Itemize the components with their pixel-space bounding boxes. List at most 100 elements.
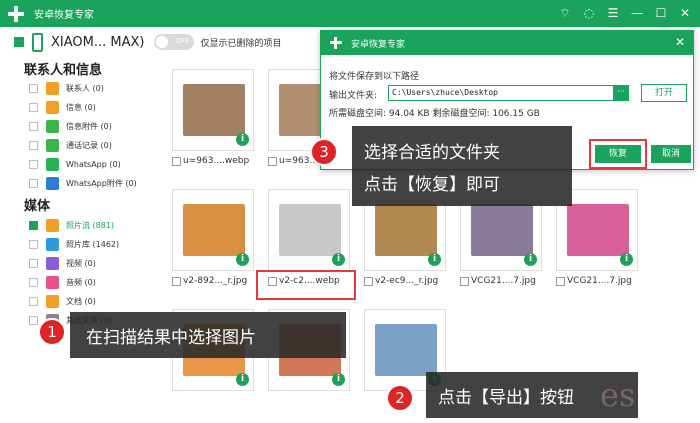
info-icon[interactable]: i [332,253,345,266]
device-checkbox[interactable] [14,37,24,47]
photo-frame[interactable]: i [172,189,254,271]
sidebar-item[interactable]: 通话记录 (0) [29,137,112,153]
file-name[interactable]: VCG21....7.jpg [556,274,646,288]
sidebar-checkbox[interactable] [29,315,38,325]
sidebar-item[interactable]: WhatsApp (0) [29,156,121,172]
category-icon [46,294,59,308]
output-path-input[interactable]: C:\Users\zhuce\Desktop [388,85,616,101]
file-checkbox[interactable] [268,156,277,166]
step2-text: 点击【导出】按钮 [438,388,574,408]
sidebar-item-label: 文档 (0) [66,296,96,306]
file-checkbox[interactable] [172,156,181,166]
file-name[interactable]: v2-892..._r.jpg [172,274,262,288]
sidebar-checkbox[interactable] [29,220,38,230]
selected-file-highlight [256,270,356,300]
info-icon[interactable]: i [332,373,345,386]
file-name-text: v2-ec9..._r.jpg [375,276,439,286]
file-checkbox[interactable] [460,276,469,286]
sidebar-checkbox[interactable] [29,178,38,188]
category-icon [46,157,59,171]
device-name: XIAOM... MAX) [51,34,145,50]
sidebar-checkbox[interactable] [29,121,38,131]
app-logo-icon [6,4,26,24]
sidebar-item-label: WhatsApp附件 (0) [66,178,137,188]
sidebar-item[interactable]: 照片库 (1462) [29,236,119,252]
sidebar-checkbox[interactable] [29,239,38,249]
app-title: 安卓恢复专家 [34,10,94,21]
info-icon[interactable]: i [236,253,249,266]
sidebar-item[interactable]: 视频 (0) [29,255,96,271]
step1-text: 在扫描结果中选择图片 [86,328,256,348]
category-icon [46,81,59,95]
sidebar-item[interactable]: WhatsApp附件 (0) [29,175,137,191]
sidebar-item-label: 照片流 (881) [66,220,115,230]
info-icon[interactable]: i [524,253,537,266]
sidebar-item-label: 信息 (0) [66,102,96,112]
file-checkbox[interactable] [556,276,565,286]
minimize-icon[interactable]: — [628,4,646,22]
step3-callout: 选择合适的文件夹 点击【恢复】即可 [352,126,572,206]
file-name[interactable]: VCG21....7.jpg [460,274,550,288]
sidebar-item[interactable]: 信息附件 (0) [29,118,112,134]
step1-badge: 1 [38,318,66,346]
photo-thumbnail [279,204,341,256]
cancel-button[interactable]: 取消 [651,145,691,163]
toggle-label: 仅显示已删除的项目 [200,38,282,49]
sidebar-checkbox[interactable] [29,140,38,150]
restore-button[interactable]: 恢复 [595,145,641,163]
sidebar-checkbox[interactable] [29,159,38,169]
sidebar-item-label: 照片库 (1462) [66,239,120,249]
sidebar-checkbox[interactable] [29,258,38,268]
sidebar-checkbox[interactable] [29,296,38,306]
sidebar-checkbox[interactable] [29,277,38,287]
photo-thumbnail [183,204,245,256]
info-icon[interactable]: i [428,253,441,266]
dialog-logo-icon [329,36,343,50]
file-name[interactable]: v2-ec9..._r.jpg [364,274,454,288]
output-folder-label: 输出文件夹: [329,91,378,101]
dialog-titlebar: 安卓恢复专家 ✕ [321,31,693,55]
sidebar-checkbox[interactable] [29,102,38,112]
file-name[interactable]: u=963....webp [172,154,262,168]
sidebar-item[interactable]: 联系人 (0) [29,80,104,96]
file-checkbox[interactable] [172,276,181,286]
photo-thumbnail [375,204,437,256]
sidebar-item[interactable]: 照片流 (881) [29,217,114,233]
category-icon [46,100,59,114]
photo-frame[interactable]: i [268,189,350,271]
maximize-icon[interactable]: ☐ [652,4,670,22]
sidebar-item[interactable]: 信息 (0) [29,99,96,115]
info-icon[interactable]: i [236,373,249,386]
file-name-text: VCG21....7.jpg [471,276,536,286]
file-checkbox[interactable] [364,276,373,286]
chat-icon[interactable]: ◌ [580,4,598,22]
watermark: es [600,376,636,414]
sidebar-item[interactable]: 音频 (0) [29,274,96,290]
info-icon[interactable]: i [620,253,633,266]
close-icon[interactable]: ✕ [676,4,694,22]
sidebar: 联系人和信息 联系人 (0) 信息 (0) 信息附件 (0) 通话记录 (0) What… [0,57,160,423]
photo-tile[interactable]: i u=963....webp [172,69,254,173]
file-name-text: VCG21....7.jpg [567,276,632,286]
photo-frame[interactable]: i [172,69,254,151]
category-icon [46,138,59,152]
step2-badge: 2 [386,384,414,412]
sidebar-item-label: 联系人 (0) [66,83,104,93]
wifi-icon[interactable]: ⌔ [556,4,574,22]
open-button[interactable]: 打开 [641,84,687,102]
photo-thumbnail [183,84,245,136]
sidebar-item-label: 音频 (0) [66,277,96,287]
browse-button[interactable]: ··· [613,85,629,101]
sidebar-item-label: 通话记录 (0) [66,140,112,150]
sidebar-item-label: WhatsApp (0) [66,159,121,169]
sidebar-item[interactable]: 文档 (0) [29,293,96,309]
dialog-close-icon[interactable]: ✕ [675,35,685,49]
toggle-text: OFF [175,37,190,45]
disk-space-info: 所需磁盘空间: 94.04 KB 剩余磁盘空间: 106.15 GB [329,109,540,119]
step1-callout: 在扫描结果中选择图片 [70,312,346,358]
info-icon[interactable]: i [236,133,249,146]
sidebar-checkbox[interactable] [29,83,38,93]
deleted-only-toggle[interactable]: OFF [154,34,195,50]
menu-icon[interactable]: ☰ [604,4,622,22]
photo-tile[interactable]: i v2-892..._r.jpg [172,189,254,293]
